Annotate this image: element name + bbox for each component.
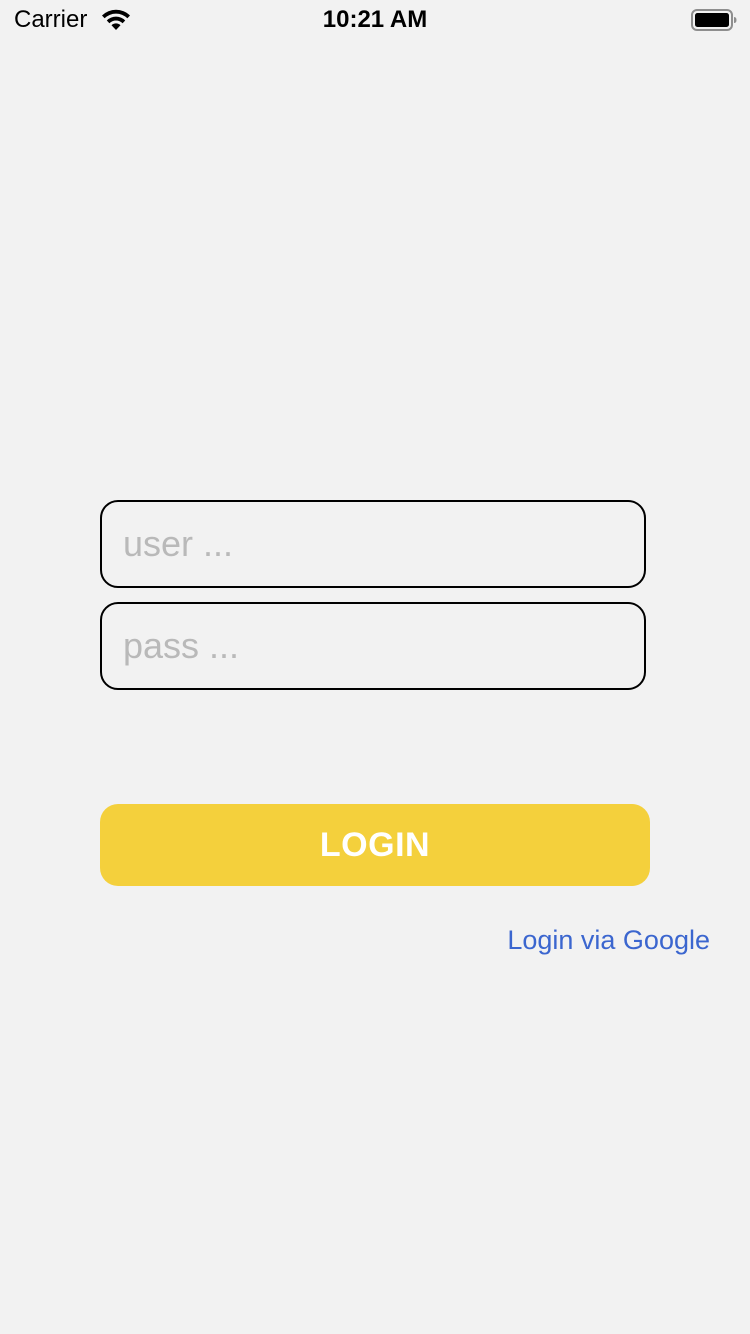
- login-via-google-link[interactable]: Login via Google: [507, 925, 710, 956]
- battery-icon: [691, 9, 737, 31]
- login-button[interactable]: LOGIN: [100, 804, 650, 886]
- username-input[interactable]: [102, 502, 644, 586]
- status-time: 10:21 AM: [322, 6, 428, 33]
- password-input[interactable]: [102, 604, 644, 688]
- status-bar: Carrier 10:21 AM: [0, 0, 750, 40]
- password-field[interactable]: [100, 602, 646, 690]
- username-field[interactable]: [100, 500, 646, 588]
